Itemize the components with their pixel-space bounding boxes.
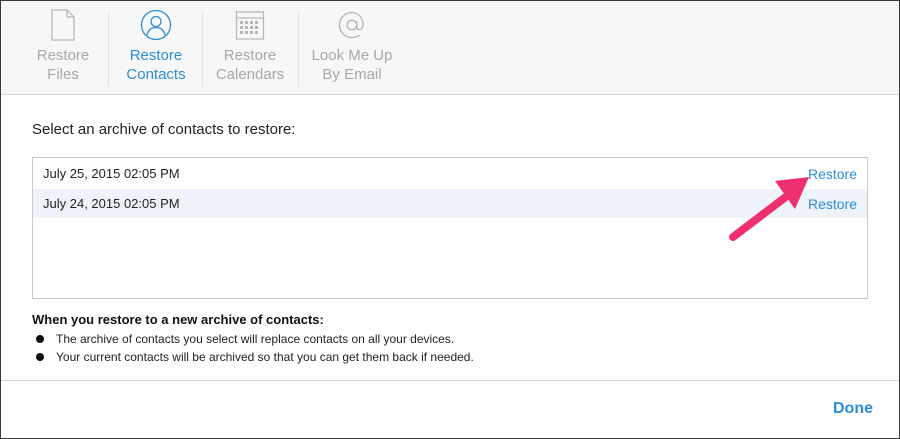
info-bullet: Your current contacts will be archived s… <box>32 348 474 366</box>
tab-label: Restore Files <box>36 47 90 83</box>
tab-restore-files[interactable]: Restore Files <box>23 1 103 94</box>
tab-look-me-up-by-email[interactable]: Look Me Up By Email <box>304 1 400 94</box>
info-bullet-text: The archive of contacts you select will … <box>56 332 455 346</box>
tab-divider <box>298 11 299 86</box>
at-sign-icon <box>336 9 368 41</box>
done-button[interactable]: Done <box>833 400 873 418</box>
bullet-dot-icon <box>36 353 44 361</box>
tab-divider <box>108 11 109 86</box>
tab-label: Restore Contacts <box>126 47 186 83</box>
archive-date: July 24, 2015 02:05 PM <box>43 196 180 211</box>
tab-restore-contacts[interactable]: Restore Contacts <box>114 1 198 94</box>
archive-prompt: Select an archive of contacts to restore… <box>32 121 296 138</box>
restore-contacts-dialog: Restore Files Restore Contacts Restore C… <box>0 0 900 439</box>
tab-divider <box>202 11 203 86</box>
archive-date: July 25, 2015 02:05 PM <box>43 166 180 181</box>
document-icon <box>50 9 76 41</box>
info-bullet-list: The archive of contacts you select will … <box>32 330 474 366</box>
bullet-dot-icon <box>36 335 44 343</box>
toolbar: Restore Files Restore Contacts Restore C… <box>1 1 899 95</box>
annotation-arrow-icon <box>729 177 809 241</box>
person-icon <box>140 9 172 41</box>
tab-restore-calendars[interactable]: Restore Calendars <box>209 1 291 94</box>
info-bullet: The archive of contacts you select will … <box>32 330 474 348</box>
tab-label: Look Me Up By Email <box>311 47 393 83</box>
dialog-footer: Done <box>1 380 899 438</box>
info-bullet-text: Your current contacts will be archived s… <box>56 350 474 364</box>
tab-label: Restore Calendars <box>215 47 285 83</box>
info-title: When you restore to a new archive of con… <box>32 312 324 327</box>
calendar-icon <box>235 9 265 41</box>
